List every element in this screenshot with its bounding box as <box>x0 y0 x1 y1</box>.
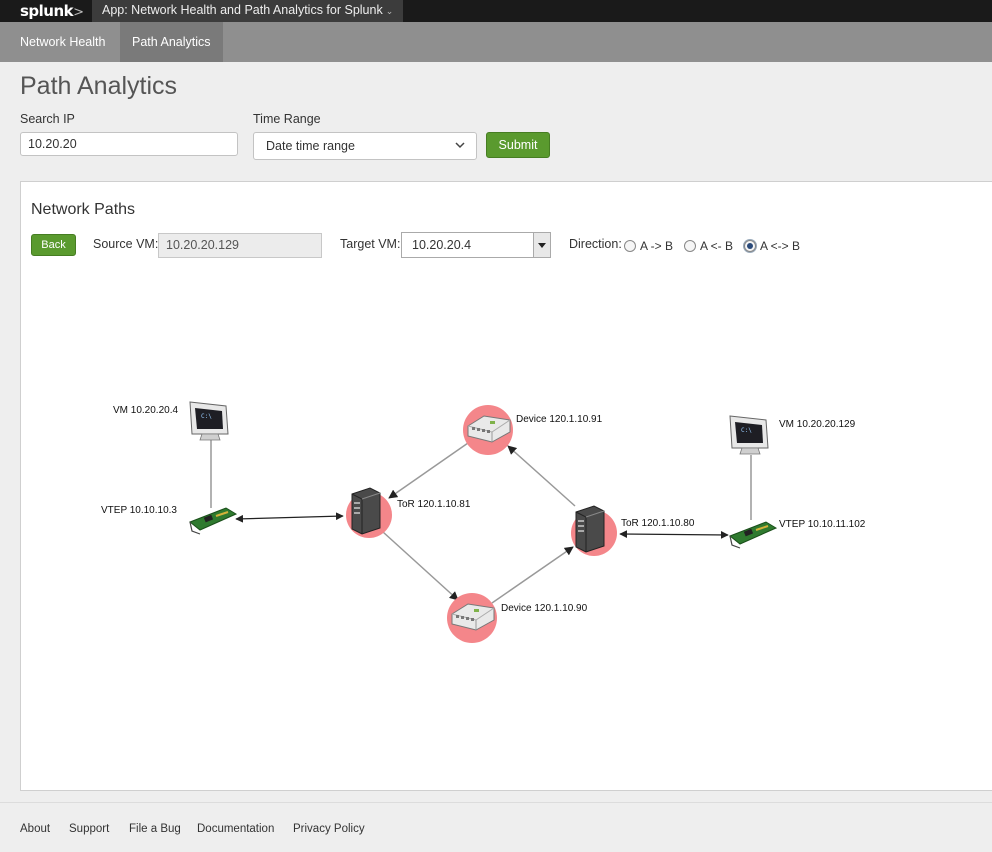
vm-b-monitor-icon[interactable] <box>729 415 769 455</box>
footer-link-file-a-bug[interactable]: File a Bug <box>129 823 181 835</box>
vm-a-label: VM 10.20.20.4 <box>113 405 178 416</box>
vtep-a-nic-icon[interactable] <box>189 507 237 535</box>
tor-b-server-icon[interactable] <box>575 505 605 553</box>
footer-link-privacy-policy[interactable]: Privacy Policy <box>293 823 365 835</box>
edge-vtep-a-tor-a <box>235 512 344 523</box>
edge-tor-b-vtep-b <box>619 530 729 539</box>
vm-b-label: VM 10.20.20.129 <box>779 419 856 430</box>
vm-a-monitor-icon[interactable] <box>189 401 229 441</box>
vtep-a-label: VTEP 10.10.10.3 <box>101 505 177 516</box>
vtep-b-label: VTEP 10.10.11.102 <box>779 519 866 530</box>
tor-a-label: ToR 120.1.10.81 <box>397 499 471 510</box>
edge-dev-top-tor-a <box>388 442 469 499</box>
footer-link-about[interactable]: About <box>20 823 50 835</box>
dev-top-label: Device 120.1.10.91 <box>516 414 603 425</box>
vtep-b-nic-icon[interactable] <box>729 521 777 549</box>
edge-tor-a-dev-bottom <box>382 531 459 601</box>
edge-tor-b-dev-top <box>507 445 576 507</box>
footer-link-documentation[interactable]: Documentation <box>197 823 274 835</box>
network-path-graph: C:\ VM 10.20.20.4 VTEP 10.10.10.3 ToR 12… <box>101 401 866 643</box>
footer-divider <box>0 802 992 803</box>
footer-link-support[interactable]: Support <box>69 823 109 835</box>
tor-a-server-icon[interactable] <box>351 487 381 535</box>
edge-dev-bottom-tor-b <box>491 546 574 604</box>
tor-b-label: ToR 120.1.10.80 <box>621 518 695 529</box>
dev-bottom-label: Device 120.1.10.90 <box>501 603 588 614</box>
